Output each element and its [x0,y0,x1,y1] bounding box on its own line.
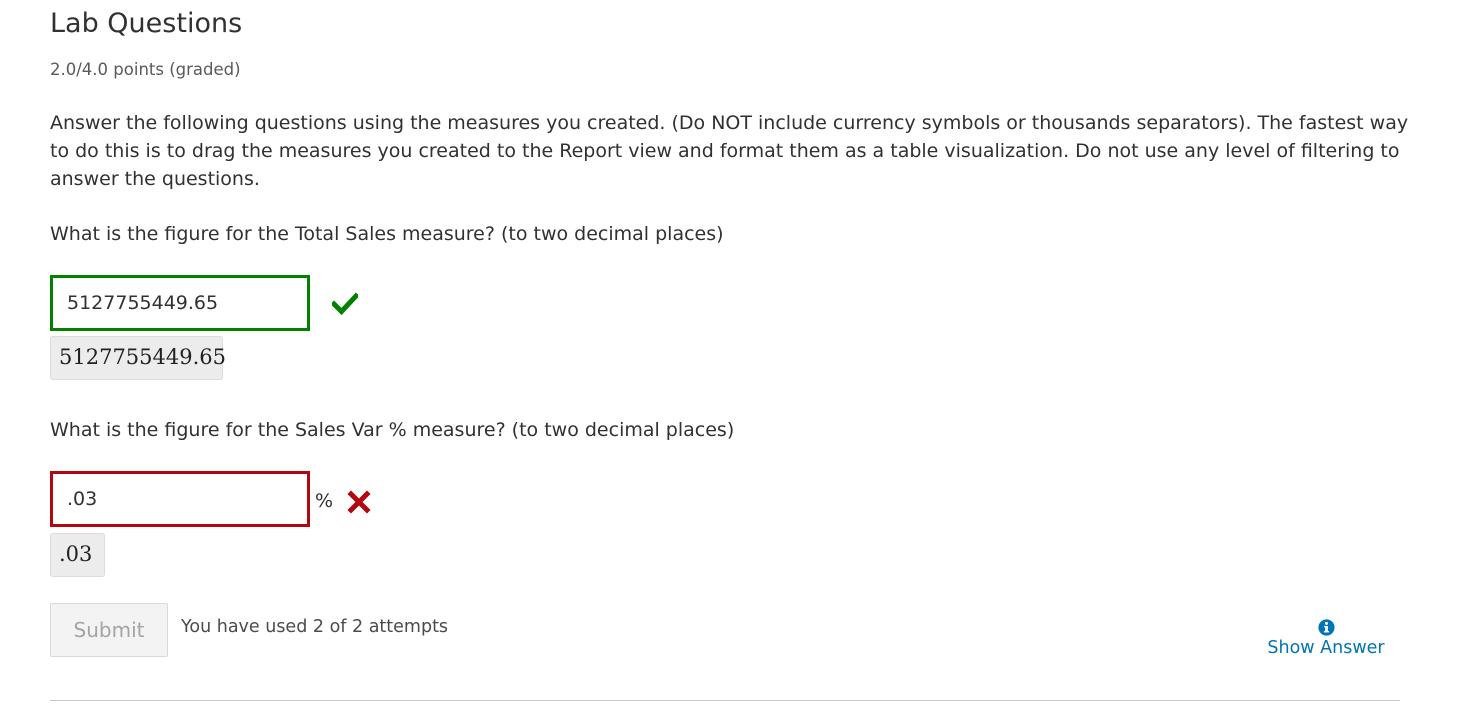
cross-icon [347,490,371,514]
checkmark-icon [332,292,358,316]
question-2-unit-label: % [315,490,334,512]
submit-button[interactable]: Submit [50,603,168,657]
section-divider [50,700,1400,701]
points-graded: 2.0/4.0 points (graded) [50,60,241,79]
attempts-counter: You have used 2 of 2 attempts [181,617,449,637]
question-2-answer-preview: .03 [50,533,105,577]
question-1-answer-input[interactable] [50,275,310,331]
question-1-answer-preview: 5127755449.65 [50,336,226,380]
show-answer-button[interactable]: Show Answer [1265,619,1387,658]
info-icon [1317,619,1335,636]
question-1-text: What is the figure for the Total Sales m… [50,223,724,245]
question-2-answer-input[interactable] [50,471,310,527]
question-2-text: What is the figure for the Sales Var % m… [50,419,735,441]
problem-title: Lab Questions [50,8,243,39]
problem-instructions: Answer the following questions using the… [50,112,1409,190]
show-answer-label: Show Answer [1267,638,1385,658]
